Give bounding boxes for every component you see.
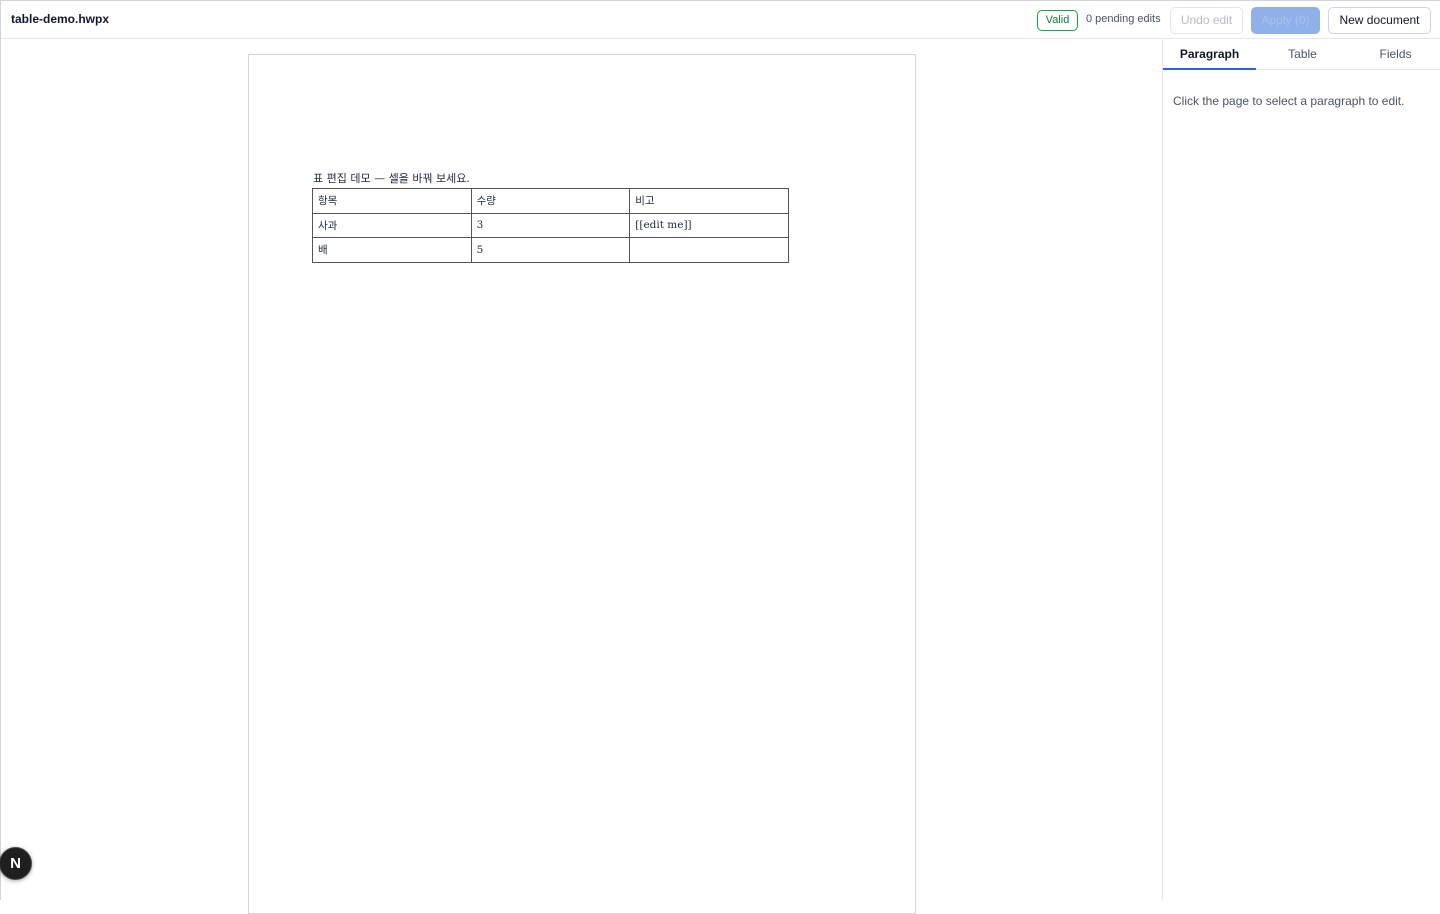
document-table[interactable]: 항목 수량 비고 사과 3 [[edit me]] 배 5 bbox=[312, 188, 789, 263]
document-page[interactable]: 표 편집 데모 — 셀을 바꿔 보세요. 항목 수량 비고 사과 3 [[edi… bbox=[248, 54, 916, 914]
table-row: 사과 3 [[edit me]] bbox=[312, 212, 789, 238]
table-cell[interactable]: 3 bbox=[470, 212, 631, 238]
n-logo-button[interactable]: N bbox=[0, 847, 32, 880]
document-canvas[interactable]: 표 편집 데모 — 셀을 바꿔 보세요. 항목 수량 비고 사과 3 [[edi… bbox=[1, 39, 1162, 914]
pending-edits-count: 0 pending edits bbox=[1086, 13, 1161, 25]
undo-edit-button[interactable]: Undo edit bbox=[1170, 7, 1243, 34]
apply-button[interactable]: Apply (0) bbox=[1251, 7, 1320, 34]
table-cell[interactable]: 항목 bbox=[312, 188, 472, 214]
tab-paragraph[interactable]: Paragraph bbox=[1163, 39, 1256, 70]
document-paragraph[interactable]: 표 편집 데모 — 셀을 바꿔 보세요. bbox=[313, 170, 470, 186]
table-cell[interactable]: 사과 bbox=[312, 212, 472, 238]
table-row: 배 5 bbox=[312, 237, 789, 263]
table-cell[interactable]: 5 bbox=[470, 237, 631, 263]
editor-side-panel: Paragraph Table Fields Click the page to… bbox=[1162, 39, 1440, 900]
panel-hint-text: Click the page to select a paragraph to … bbox=[1173, 94, 1405, 108]
tab-fields[interactable]: Fields bbox=[1349, 39, 1440, 70]
table-row: 항목 수량 비고 bbox=[312, 188, 789, 214]
tab-table[interactable]: Table bbox=[1256, 39, 1349, 70]
table-cell[interactable] bbox=[629, 237, 789, 263]
new-document-button[interactable]: New document bbox=[1328, 7, 1431, 34]
document-title: table-demo.hwpx bbox=[11, 12, 110, 26]
table-cell[interactable]: 수량 bbox=[470, 188, 631, 214]
panel-tabs: Paragraph Table Fields bbox=[1163, 39, 1440, 70]
app-window: table-demo.hwpx Valid 0 pending edits Un… bbox=[0, 0, 1440, 914]
status-badge: Valid bbox=[1037, 10, 1078, 31]
table-cell[interactable]: 배 bbox=[312, 237, 472, 263]
table-cell[interactable]: 비고 bbox=[629, 188, 789, 214]
top-bar: table-demo.hwpx Valid 0 pending edits Un… bbox=[1, 0, 1440, 39]
table-cell[interactable]: [[edit me]] bbox=[629, 212, 789, 238]
